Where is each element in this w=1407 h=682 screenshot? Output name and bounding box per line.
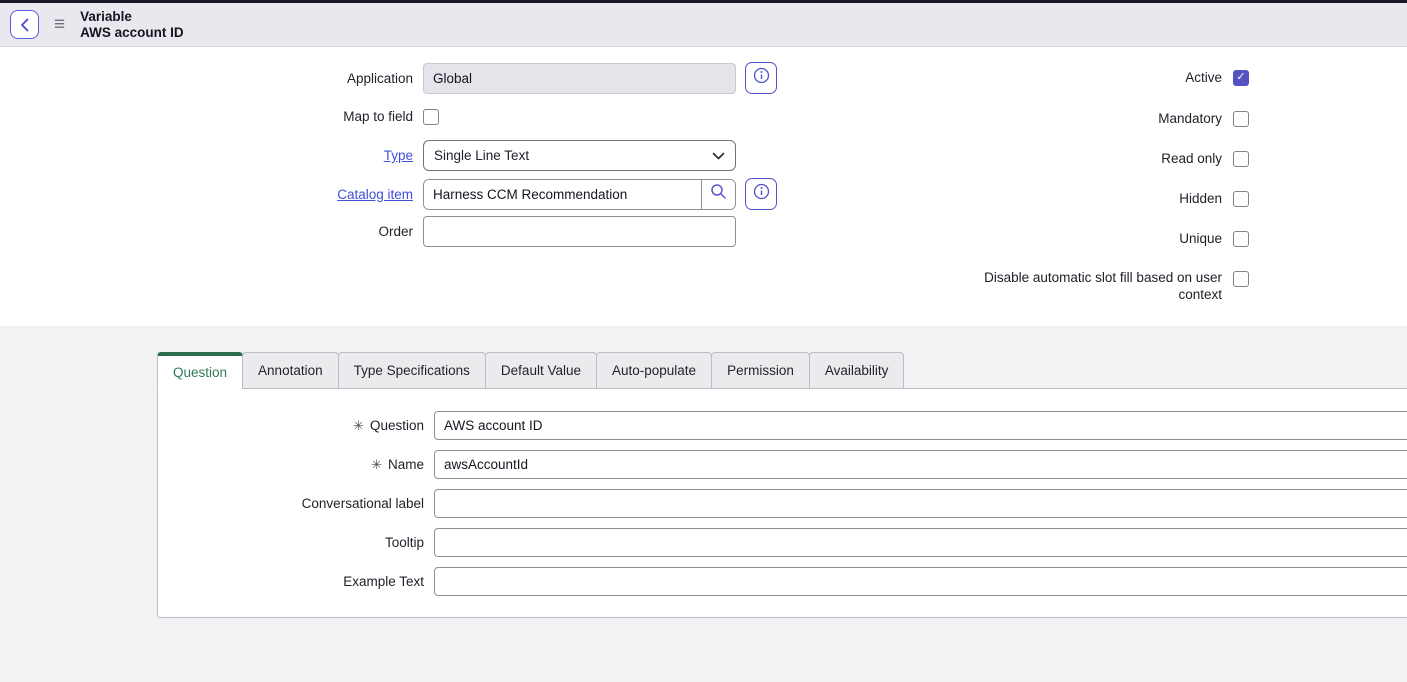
page-title: Variable AWS account ID: [80, 9, 184, 41]
tab-question[interactable]: Question: [157, 352, 243, 389]
question-input[interactable]: [434, 411, 1407, 440]
type-label-link[interactable]: Type: [0, 147, 423, 164]
order-row: Order: [0, 216, 736, 247]
check-icon: ✓: [1236, 72, 1245, 83]
tab-default-value[interactable]: Default Value: [485, 352, 597, 389]
chevron-down-icon: [712, 148, 725, 163]
active-label: Active: [1185, 69, 1222, 86]
tooltip-row: Tooltip: [158, 528, 1407, 557]
record-name-label: AWS account ID: [80, 25, 184, 41]
disable-slot-fill-checkbox[interactable]: ✓: [1233, 271, 1249, 287]
tooltip-label: Tooltip: [158, 535, 434, 550]
mandatory-label: Mandatory: [1158, 110, 1222, 127]
type-row: Type Single Line Text: [0, 140, 736, 171]
read-only-row: Read only ✓: [789, 150, 1249, 167]
example-text-row: Example Text: [158, 567, 1407, 596]
tab-auto-populate[interactable]: Auto-populate: [596, 352, 712, 389]
catalog-item-row: Catalog item: [0, 178, 777, 210]
search-icon: [710, 183, 727, 205]
unique-row: Unique ✓: [789, 230, 1249, 247]
catalog-item-info-button[interactable]: [745, 178, 777, 210]
question-row: ✳ Question: [158, 411, 1407, 440]
tab-permission[interactable]: Permission: [711, 352, 810, 389]
catalog-item-label-link[interactable]: Catalog item: [0, 186, 423, 203]
unique-label: Unique: [1179, 230, 1222, 247]
hidden-row: Hidden ✓: [789, 190, 1249, 207]
type-select[interactable]: Single Line Text: [423, 140, 736, 171]
tooltip-input[interactable]: [434, 528, 1407, 557]
tabbed-section: Question Annotation Type Specifications …: [0, 326, 1407, 682]
example-text-label: Example Text: [158, 574, 434, 589]
required-icon: ✳: [371, 458, 382, 471]
record-type-label: Variable: [80, 9, 184, 25]
info-icon: [753, 183, 770, 205]
tab-availability[interactable]: Availability: [809, 352, 905, 389]
form-header: ≡ Variable AWS account ID: [0, 3, 1407, 47]
catalog-item-input[interactable]: [424, 180, 701, 209]
application-label: Application: [0, 70, 423, 87]
tab-annotation[interactable]: Annotation: [242, 352, 339, 389]
tab-strip: Question Annotation Type Specifications …: [157, 352, 1407, 388]
example-text-input[interactable]: [434, 567, 1407, 596]
application-row: Application: [0, 62, 777, 94]
name-label: ✳ Name: [158, 457, 434, 472]
map-to-field-row: Map to field ✓: [0, 108, 439, 125]
hidden-checkbox[interactable]: ✓: [1233, 191, 1249, 207]
map-to-field-label: Map to field: [0, 108, 423, 125]
read-only-checkbox[interactable]: ✓: [1233, 151, 1249, 167]
order-label: Order: [0, 223, 423, 240]
back-button[interactable]: [10, 10, 39, 39]
context-menu-icon[interactable]: ≡: [54, 15, 65, 34]
conversational-label-input[interactable]: [434, 489, 1407, 518]
variable-form-top: Application Map to field ✓ Type Single L…: [0, 47, 1407, 326]
disable-slot-fill-label: Disable automatic slot fill based on use…: [972, 269, 1222, 303]
order-input[interactable]: [423, 216, 736, 247]
application-input[interactable]: [423, 63, 736, 94]
mandatory-checkbox[interactable]: ✓: [1233, 111, 1249, 127]
back-chevron-icon: [20, 18, 29, 32]
read-only-label: Read only: [1161, 150, 1222, 167]
active-checkbox[interactable]: ✓: [1233, 70, 1249, 86]
conversational-label-row: Conversational label: [158, 489, 1407, 518]
question-label: ✳ Question: [158, 418, 434, 433]
name-input[interactable]: [434, 450, 1407, 479]
catalog-item-reference: [423, 179, 736, 210]
info-icon: [753, 67, 770, 89]
required-icon: ✳: [353, 419, 364, 432]
disable-slot-fill-row: Disable automatic slot fill based on use…: [789, 269, 1249, 303]
application-info-button[interactable]: [745, 62, 777, 94]
name-row: ✳ Name: [158, 450, 1407, 479]
active-row: Active ✓: [789, 69, 1249, 86]
tab-type-specifications[interactable]: Type Specifications: [338, 352, 486, 389]
hidden-label: Hidden: [1179, 190, 1222, 207]
unique-checkbox[interactable]: ✓: [1233, 231, 1249, 247]
catalog-item-lookup-button[interactable]: [701, 180, 735, 209]
conversational-label-label: Conversational label: [158, 496, 434, 511]
question-tab-panel: ✳ Question ✳ Name Conversational label T…: [157, 388, 1407, 618]
map-to-field-checkbox[interactable]: ✓: [423, 109, 439, 125]
type-select-value: Single Line Text: [434, 148, 529, 163]
mandatory-row: Mandatory ✓: [789, 110, 1249, 127]
